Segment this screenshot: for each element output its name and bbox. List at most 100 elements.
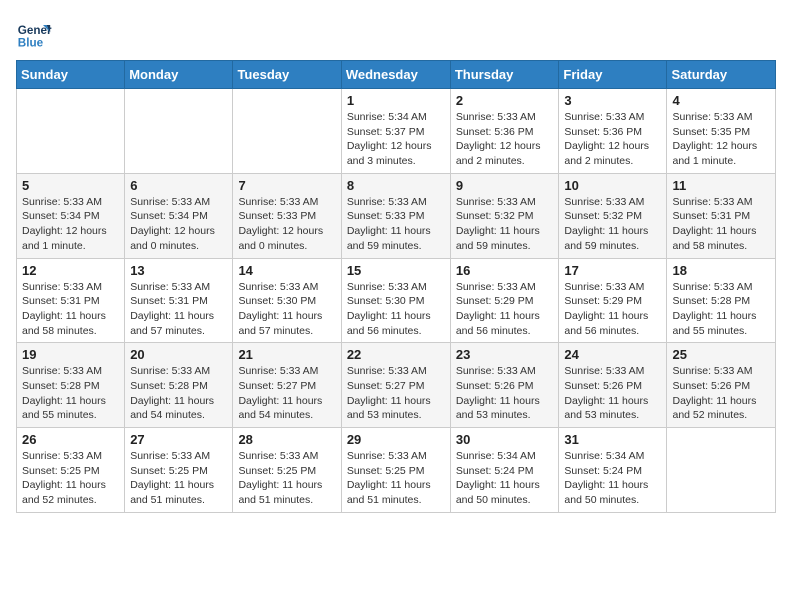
calendar-header: SundayMondayTuesdayWednesdayThursdayFrid…: [17, 61, 776, 89]
calendar-cell: 11 Sunrise: 5:33 AM Sunset: 5:31 PM Dayli…: [667, 173, 776, 258]
calendar-week-row: 26 Sunrise: 5:33 AM Sunset: 5:25 PM Dayli…: [17, 428, 776, 513]
day-number: 1: [347, 93, 445, 108]
calendar-week-row: 19 Sunrise: 5:33 AM Sunset: 5:28 PM Dayli…: [17, 343, 776, 428]
day-info: Sunrise: 5:33 AM Sunset: 5:25 PM Dayligh…: [347, 449, 445, 508]
calendar-cell: 9 Sunrise: 5:33 AM Sunset: 5:32 PM Daylig…: [450, 173, 559, 258]
day-info: Sunrise: 5:33 AM Sunset: 5:30 PM Dayligh…: [238, 280, 335, 339]
calendar-cell: 3Sunrise: 5:33 AM Sunset: 5:36 PM Daylig…: [559, 89, 667, 174]
day-info: Sunrise: 5:33 AM Sunset: 5:33 PM Dayligh…: [347, 195, 445, 254]
calendar-cell: 18 Sunrise: 5:33 AM Sunset: 5:28 PM Dayli…: [667, 258, 776, 343]
calendar-cell: 29 Sunrise: 5:33 AM Sunset: 5:25 PM Dayli…: [341, 428, 450, 513]
calendar-cell: 28 Sunrise: 5:33 AM Sunset: 5:25 PM Dayli…: [233, 428, 341, 513]
logo: General Blue: [16, 16, 56, 52]
day-number: 19: [22, 347, 119, 362]
page-header: General Blue: [16, 16, 776, 52]
day-info: Sunrise: 5:33 AM Sunset: 5:29 PM Dayligh…: [456, 280, 554, 339]
calendar-cell: 17 Sunrise: 5:33 AM Sunset: 5:29 PM Dayli…: [559, 258, 667, 343]
calendar-week-row: 1 Sunrise: 5:34 AM Sunset: 5:37 PM Daylig…: [17, 89, 776, 174]
calendar-cell: [17, 89, 125, 174]
day-number: 14: [238, 263, 335, 278]
day-number: 5: [22, 178, 119, 193]
day-info: Sunrise: 5:34 AM Sunset: 5:24 PM Dayligh…: [564, 449, 661, 508]
day-info: Sunrise: 5:33 AM Sunset: 5:28 PM Dayligh…: [130, 364, 227, 423]
day-number: 25: [672, 347, 770, 362]
day-number: 30: [456, 432, 554, 447]
day-number: 18: [672, 263, 770, 278]
day-number: 15: [347, 263, 445, 278]
day-info: Sunrise: 5:33 AM Sunset: 5:25 PM Dayligh…: [238, 449, 335, 508]
day-number: 12: [22, 263, 119, 278]
day-info: Sunrise: 5:33 AM Sunset: 5:34 PM Dayligh…: [130, 195, 227, 254]
calendar-table: SundayMondayTuesdayWednesdayThursdayFrid…: [16, 60, 776, 513]
day-number: 22: [347, 347, 445, 362]
day-number: 11: [672, 178, 770, 193]
day-info: Sunrise: 5:33 AM Sunset: 5:36 PM Dayligh…: [456, 110, 554, 169]
day-info: Sunrise: 5:34 AM Sunset: 5:24 PM Dayligh…: [456, 449, 554, 508]
weekday-header: Friday: [559, 61, 667, 89]
day-info: Sunrise: 5:33 AM Sunset: 5:30 PM Dayligh…: [347, 280, 445, 339]
day-number: 8: [347, 178, 445, 193]
day-info: Sunrise: 5:33 AM Sunset: 5:25 PM Dayligh…: [130, 449, 227, 508]
calendar-cell: 31 Sunrise: 5:34 AM Sunset: 5:24 PM Dayli…: [559, 428, 667, 513]
svg-text:Blue: Blue: [18, 37, 44, 50]
day-info: Sunrise: 5:33 AM Sunset: 5:27 PM Dayligh…: [238, 364, 335, 423]
day-number: 31: [564, 432, 661, 447]
calendar-cell: 19 Sunrise: 5:33 AM Sunset: 5:28 PM Dayli…: [17, 343, 125, 428]
weekday-header: Saturday: [667, 61, 776, 89]
calendar-cell: 4 Sunrise: 5:33 AM Sunset: 5:35 PM Daylig…: [667, 89, 776, 174]
day-number: 24: [564, 347, 661, 362]
weekday-header: Wednesday: [341, 61, 450, 89]
day-number: 27: [130, 432, 227, 447]
calendar-cell: 23Sunrise: 5:33 AM Sunset: 5:26 PM Dayli…: [450, 343, 559, 428]
day-number: 9: [456, 178, 554, 193]
calendar-cell: 25 Sunrise: 5:33 AM Sunset: 5:26 PM Dayli…: [667, 343, 776, 428]
calendar-cell: 10 Sunrise: 5:33 AM Sunset: 5:32 PM Dayli…: [559, 173, 667, 258]
day-info: Sunrise: 5:33 AM Sunset: 5:28 PM Dayligh…: [22, 364, 119, 423]
calendar-cell: 2Sunrise: 5:33 AM Sunset: 5:36 PM Daylig…: [450, 89, 559, 174]
day-number: 29: [347, 432, 445, 447]
calendar-cell: 22Sunrise: 5:33 AM Sunset: 5:27 PM Dayli…: [341, 343, 450, 428]
day-info: Sunrise: 5:33 AM Sunset: 5:32 PM Dayligh…: [564, 195, 661, 254]
calendar-cell: 30 Sunrise: 5:34 AM Sunset: 5:24 PM Dayli…: [450, 428, 559, 513]
day-info: Sunrise: 5:33 AM Sunset: 5:29 PM Dayligh…: [564, 280, 661, 339]
day-number: 17: [564, 263, 661, 278]
day-info: Sunrise: 5:33 AM Sunset: 5:35 PM Dayligh…: [672, 110, 770, 169]
calendar-cell: 14 Sunrise: 5:33 AM Sunset: 5:30 PM Dayli…: [233, 258, 341, 343]
logo-icon: General Blue: [16, 16, 52, 52]
day-number: 20: [130, 347, 227, 362]
calendar-cell: 26 Sunrise: 5:33 AM Sunset: 5:25 PM Dayli…: [17, 428, 125, 513]
day-info: Sunrise: 5:33 AM Sunset: 5:26 PM Dayligh…: [564, 364, 661, 423]
day-number: 23: [456, 347, 554, 362]
day-info: Sunrise: 5:34 AM Sunset: 5:37 PM Dayligh…: [347, 110, 445, 169]
day-info: Sunrise: 5:33 AM Sunset: 5:31 PM Dayligh…: [672, 195, 770, 254]
day-number: 26: [22, 432, 119, 447]
calendar-cell: [667, 428, 776, 513]
day-number: 4: [672, 93, 770, 108]
calendar-cell: 21 Sunrise: 5:33 AM Sunset: 5:27 PM Dayli…: [233, 343, 341, 428]
day-number: 28: [238, 432, 335, 447]
day-number: 7: [238, 178, 335, 193]
day-info: Sunrise: 5:33 AM Sunset: 5:31 PM Dayligh…: [130, 280, 227, 339]
calendar-cell: [125, 89, 233, 174]
calendar-cell: 1 Sunrise: 5:34 AM Sunset: 5:37 PM Daylig…: [341, 89, 450, 174]
calendar-cell: 8 Sunrise: 5:33 AM Sunset: 5:33 PM Daylig…: [341, 173, 450, 258]
day-info: Sunrise: 5:33 AM Sunset: 5:32 PM Dayligh…: [456, 195, 554, 254]
day-info: Sunrise: 5:33 AM Sunset: 5:25 PM Dayligh…: [22, 449, 119, 508]
day-number: 13: [130, 263, 227, 278]
calendar-cell: 12 Sunrise: 5:33 AM Sunset: 5:31 PM Dayli…: [17, 258, 125, 343]
day-info: Sunrise: 5:33 AM Sunset: 5:31 PM Dayligh…: [22, 280, 119, 339]
weekday-header: Sunday: [17, 61, 125, 89]
day-info: Sunrise: 5:33 AM Sunset: 5:28 PM Dayligh…: [672, 280, 770, 339]
day-number: 6: [130, 178, 227, 193]
weekday-header: Tuesday: [233, 61, 341, 89]
day-info: Sunrise: 5:33 AM Sunset: 5:34 PM Dayligh…: [22, 195, 119, 254]
day-number: 21: [238, 347, 335, 362]
day-number: 16: [456, 263, 554, 278]
day-info: Sunrise: 5:33 AM Sunset: 5:26 PM Dayligh…: [672, 364, 770, 423]
calendar-cell: 24 Sunrise: 5:33 AM Sunset: 5:26 PM Dayli…: [559, 343, 667, 428]
day-number: 10: [564, 178, 661, 193]
calendar-week-row: 5 Sunrise: 5:33 AM Sunset: 5:34 PM Daylig…: [17, 173, 776, 258]
calendar-cell: 6 Sunrise: 5:33 AM Sunset: 5:34 PM Daylig…: [125, 173, 233, 258]
weekday-header: Monday: [125, 61, 233, 89]
day-number: 3: [564, 93, 661, 108]
